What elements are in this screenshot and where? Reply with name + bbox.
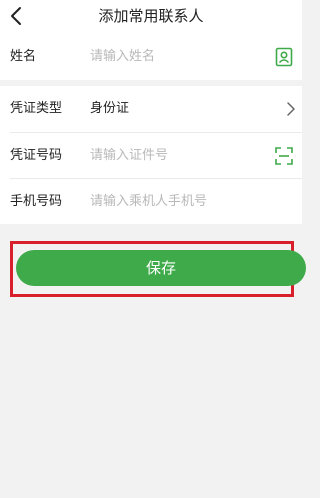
phone-row[interactable]: 手机号码 请输入乘机人手机号 <box>0 179 302 225</box>
id-type-row[interactable]: 凭证类型 身份证 <box>0 86 302 132</box>
id-type-value: 身份证 <box>90 101 130 116</box>
header-bar: 添加常用联系人 <box>0 0 302 34</box>
name-card: 姓名 请输入姓名 <box>0 34 302 80</box>
id-number-input[interactable]: 请输入证件号 <box>90 133 168 179</box>
scan-icon[interactable] <box>274 146 294 166</box>
save-button[interactable]: 保存 <box>16 250 306 286</box>
id-number-row[interactable]: 凭证号码 请输入证件号 <box>0 133 302 179</box>
id-type-label: 凭证类型 <box>10 101 63 116</box>
phone-label: 手机号码 <box>10 194 63 209</box>
phone-input[interactable]: 请输入乘机人手机号 <box>90 179 207 225</box>
save-button-highlight: 保存 <box>10 241 306 297</box>
page-title: 添加常用联系人 <box>98 7 204 25</box>
name-row[interactable]: 姓名 请输入姓名 <box>0 34 302 80</box>
name-label: 姓名 <box>10 49 37 64</box>
chevron-right-icon <box>287 102 295 116</box>
name-input[interactable]: 请输入姓名 <box>90 34 155 80</box>
id-number-label: 凭证号码 <box>10 148 63 163</box>
id-info-card: 凭证类型 身份证 凭证号码 请输入证件号 手机号码 请输入乘机人手机号 <box>0 86 302 224</box>
contact-card-icon[interactable] <box>274 47 294 67</box>
